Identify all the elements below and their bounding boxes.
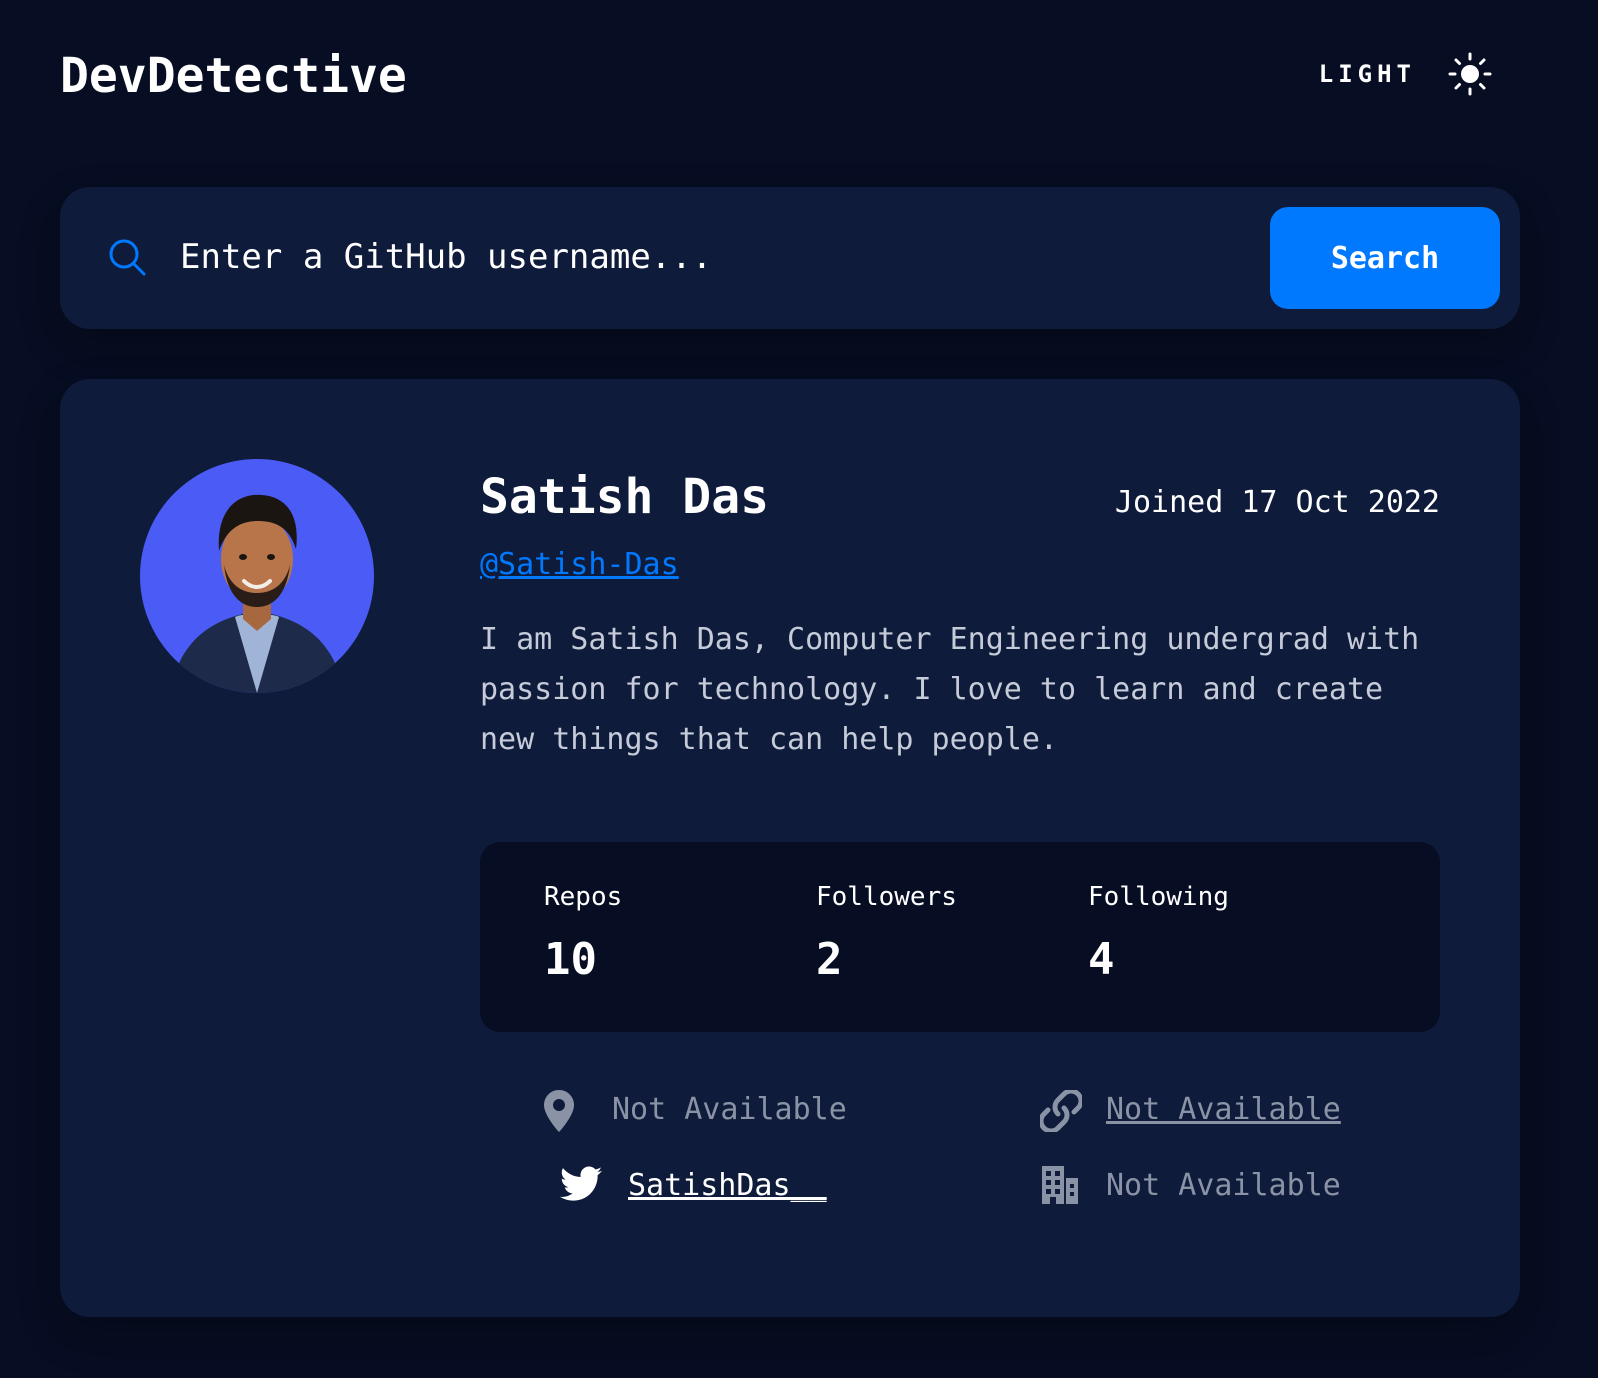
profile-bio: I am Satish Das, Computer Engineering un… (480, 622, 1420, 757)
company-info: Not Available (1040, 1164, 1460, 1224)
joined-date: Joined 17 Oct 2022 (1114, 485, 1440, 520)
stats-panel: Repos 10 Followers 2 Following 4 (480, 842, 1440, 1032)
twitter-info: SatishDas__ (560, 1164, 980, 1224)
location-text: Not Available (612, 1092, 847, 1127)
link-icon (1040, 1090, 1082, 1132)
website-link[interactable]: Not Available (1106, 1092, 1341, 1127)
search-icon (109, 239, 146, 276)
twitter-link[interactable]: SatishDas__ (628, 1168, 827, 1203)
twitter-bird-icon (560, 1166, 602, 1201)
avatar-image (140, 459, 374, 693)
stat-value: 4 (1088, 934, 1115, 985)
search-bar: Search (60, 187, 1520, 329)
profile-card: Satish Das Joined 17 Oct 2022 @Satish-Da… (60, 379, 1520, 1317)
stat-label: Following (1088, 882, 1229, 912)
profile-handle-link[interactable]: @Satish-Das (480, 547, 679, 582)
profile-name: Satish Das (480, 469, 769, 525)
stat-label: Repos (544, 882, 623, 912)
avatar (140, 459, 374, 693)
theme-toggle-label: LIGHT (1318, 60, 1416, 88)
theme-toggle-button[interactable]: LIGHT (1319, 52, 1492, 96)
location-pin-icon (544, 1090, 574, 1132)
stat-value: 2 (816, 934, 843, 985)
sun-icon (1448, 52, 1492, 96)
stat-repos: Repos 10 (544, 882, 622, 985)
location-info: Not Available (544, 1084, 964, 1144)
company-text: Not Available (1106, 1168, 1341, 1203)
search-button[interactable]: Search (1270, 207, 1500, 309)
app-logo: DevDetective (60, 48, 407, 104)
stat-value: 10 (544, 934, 597, 985)
building-icon (1042, 1166, 1078, 1204)
stat-followers: Followers 2 (816, 882, 957, 985)
search-input[interactable] (180, 222, 1210, 292)
website-info: Not Available (1040, 1084, 1460, 1144)
stat-following: Following 4 (1088, 882, 1229, 985)
stat-label: Followers (816, 882, 957, 912)
